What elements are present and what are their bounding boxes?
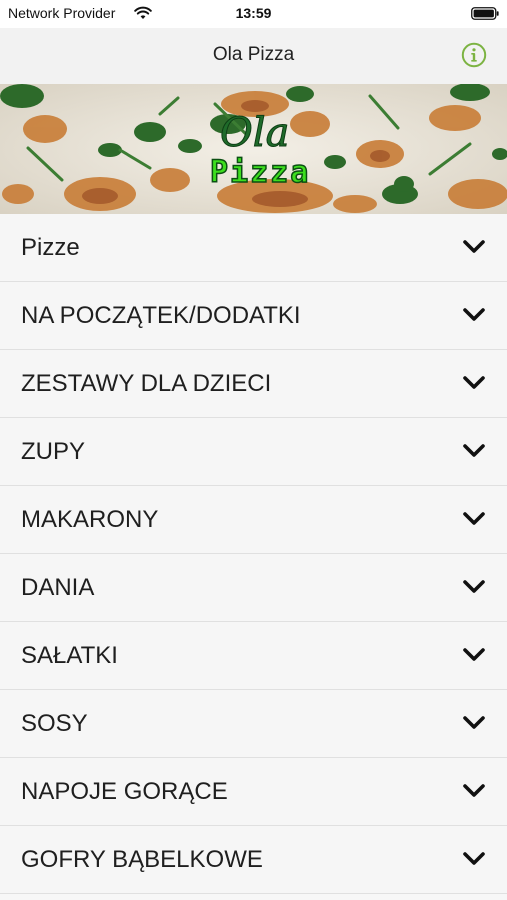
category-item-zestawy-dla-dzieci[interactable]: ZESTAWY DLA DZIECI (0, 350, 507, 418)
header-banner: Ola Pizza (0, 84, 507, 214)
category-item-napoje-gorace[interactable]: NAPOJE GORĄCE (0, 758, 507, 826)
chevron-down-icon (463, 648, 485, 661)
chevron-down-icon (463, 512, 485, 525)
category-label: NA POCZĄTEK/DODATKI (21, 302, 301, 329)
category-label: MAKARONY (21, 506, 159, 533)
pizza-banner-image: Ola Pizza (0, 84, 507, 214)
category-item-makarony[interactable]: MAKARONY (0, 486, 507, 554)
category-item-sosy[interactable]: SOSY (0, 690, 507, 758)
category-label: ZESTAWY DLA DZIECI (21, 370, 272, 397)
category-label: SAŁATKI (21, 642, 118, 669)
chevron-down-icon (463, 716, 485, 729)
status-bar: Network Provider 13:59 (0, 0, 507, 28)
category-label: NAPOJE GORĄCE (21, 778, 228, 805)
chevron-down-icon (463, 308, 485, 321)
logo-script: Ola (220, 110, 289, 156)
category-label: GOFRY BĄBELKOWE (21, 846, 263, 873)
category-label: SOSY (21, 710, 88, 737)
chevron-down-icon (463, 852, 485, 865)
info-icon[interactable] (461, 42, 487, 68)
category-item-salatki[interactable]: SAŁATKI (0, 622, 507, 690)
category-list: Pizze NA POCZĄTEK/DODATKI ZESTAWY DLA DZ… (0, 214, 507, 894)
category-item-dania[interactable]: DANIA (0, 554, 507, 622)
category-item-zupy[interactable]: ZUPY (0, 418, 507, 486)
navigation-bar: Ola Pizza (0, 28, 507, 85)
chevron-down-icon (463, 240, 485, 253)
page-title: Ola Pizza (212, 44, 295, 65)
category-item-na-poczatek-dodatki[interactable]: NA POCZĄTEK/DODATKI (0, 282, 507, 350)
status-time: 13:59 (235, 5, 272, 21)
logo-wordmark: Pizza (210, 155, 310, 190)
chevron-down-icon (463, 784, 485, 797)
category-label: ZUPY (21, 438, 86, 465)
category-label: DANIA (21, 574, 95, 601)
category-item-pizze[interactable]: Pizze (0, 214, 507, 282)
battery-icon (471, 7, 499, 20)
chevron-down-icon (463, 444, 485, 457)
category-label: Pizze (21, 234, 80, 261)
chevron-down-icon (463, 580, 485, 593)
category-item-gofry-babelkowe[interactable]: GOFRY BĄBELKOWE (0, 826, 507, 894)
chevron-down-icon (463, 376, 485, 389)
